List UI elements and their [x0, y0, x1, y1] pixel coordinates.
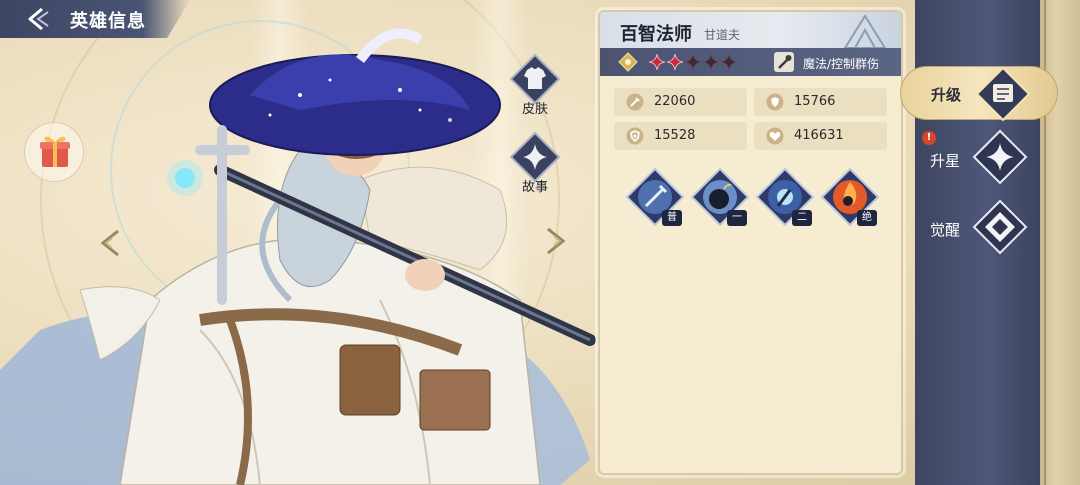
stat-value: 15766 [794, 94, 836, 109]
tab-awaken[interactable]: 觉醒 [920, 197, 1040, 261]
skill-ultimate[interactable]: 绝 [820, 167, 880, 227]
magic-shield-icon [626, 127, 644, 145]
panel-header: 百智法师 甘道夫 [600, 12, 901, 48]
star-empty-icon [684, 53, 702, 71]
skill-one[interactable]: 一 [690, 167, 750, 227]
story-label: 故事 [521, 180, 548, 195]
back-arrow-icon[interactable] [22, 5, 52, 33]
hero-name: 百智法师 [620, 24, 692, 45]
skill-tag: 普 [662, 210, 682, 226]
notification-badge: ! [922, 131, 936, 145]
rank-emblem-icon [618, 52, 638, 72]
story-button[interactable] [510, 132, 560, 182]
castle-emblem-icon [843, 14, 887, 48]
stat-magic-defense: 15528 [614, 122, 747, 150]
tab-upgrade[interactable]: 升级 [900, 66, 1058, 122]
tab-star-up[interactable]: ! 升星 [920, 126, 1040, 190]
scroll-icon [975, 66, 1031, 122]
magic-wand-icon [774, 52, 794, 72]
next-hero-arrow-icon[interactable] [542, 226, 568, 256]
stat-value: 22060 [654, 94, 696, 109]
star-filled-icon [648, 53, 666, 71]
stat-defense: 15766 [754, 88, 887, 116]
skin-label: 皮肤 [521, 102, 548, 117]
hero-role: 魔法/控制群伤 [803, 57, 880, 71]
four-point-star-icon [972, 129, 1028, 185]
skill-tag: 一 [727, 210, 747, 226]
stat-value: 15528 [654, 128, 696, 143]
skill-tag: 绝 [857, 210, 877, 226]
stat-health: 416631 [754, 122, 887, 150]
tab-star-up-label: 升星 [930, 152, 961, 170]
hero-rank-bar: 魔法/控制群伤 [600, 48, 901, 76]
skill-two[interactable]: 二 [755, 167, 815, 227]
hero-info-panel: 百智法师 甘道夫 魔法/控制群伤 22060 15766 15528 41663… [598, 10, 903, 475]
hero-sub-name: 甘道夫 [704, 28, 741, 42]
page-title: 英雄信息 [70, 11, 146, 32]
stat-value: 416631 [794, 128, 844, 143]
star-empty-icon [702, 53, 720, 71]
stat-attack: 22060 [614, 88, 747, 116]
diamond-crest-icon [972, 199, 1028, 255]
heart-icon [766, 127, 784, 145]
gift-button[interactable] [24, 122, 84, 182]
star-filled-icon [666, 53, 684, 71]
skin-button[interactable] [510, 54, 560, 104]
title-bar: 英雄信息 [0, 0, 190, 38]
tab-upgrade-label: 升级 [931, 86, 962, 104]
tab-awaken-label: 觉醒 [930, 221, 961, 239]
star-rating [648, 53, 738, 71]
skill-tag: 二 [792, 210, 812, 226]
sword-icon [626, 93, 644, 111]
shield-icon [766, 93, 784, 111]
skill-normal[interactable]: 普 [625, 167, 685, 227]
previous-hero-arrow-icon[interactable] [98, 228, 124, 258]
gift-icon [40, 136, 70, 167]
star-empty-icon [720, 53, 738, 71]
